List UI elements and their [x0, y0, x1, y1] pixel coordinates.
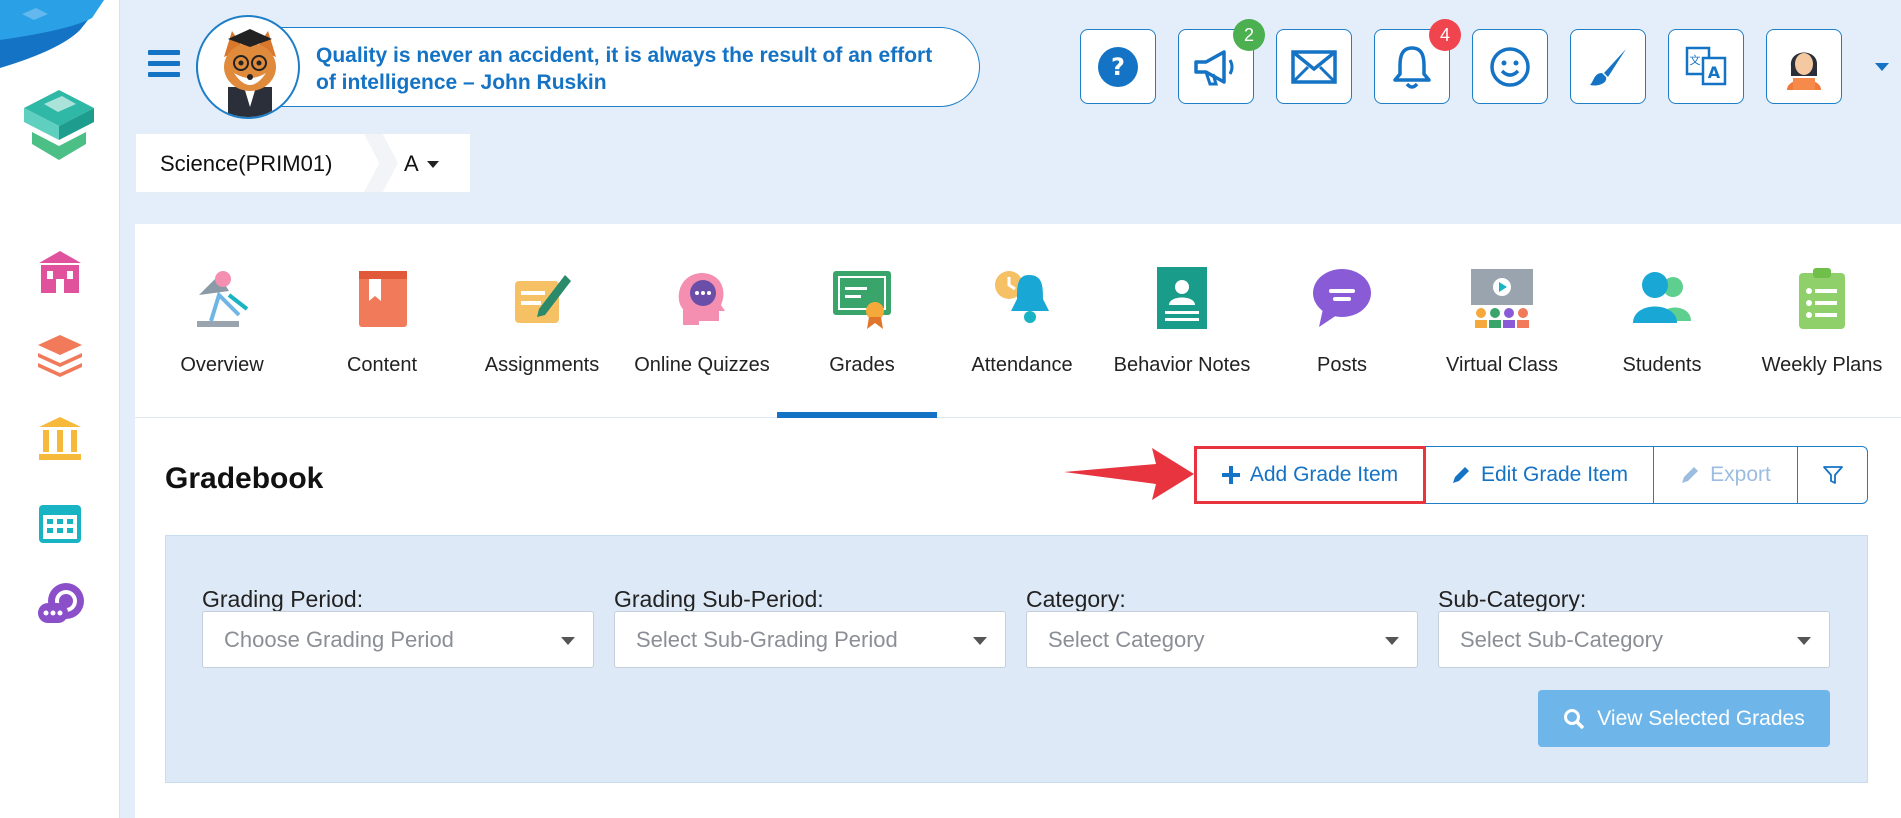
help-button[interactable]: ?	[1080, 29, 1156, 104]
tab-behavior-notes[interactable]: Behavior Notes	[1102, 224, 1262, 418]
sub-period-placeholder: Select Sub-Grading Period	[636, 627, 898, 652]
notifications-badge: 4	[1429, 19, 1461, 51]
course-selector: Science(PRIM01) A	[135, 133, 471, 193]
caret-down-icon	[1797, 637, 1811, 645]
category-label: Category:	[1026, 586, 1126, 612]
grading-period-label: Grading Period:	[202, 586, 364, 612]
view-selected-grades-button[interactable]: View Selected Grades	[1538, 690, 1830, 747]
course-tabs: Overview Content Assignments Online Quiz…	[135, 224, 1901, 418]
notifications-button[interactable]: 4	[1374, 19, 1461, 104]
tab-attendance[interactable]: Attendance	[942, 224, 1102, 418]
tab-overview[interactable]: Overview	[142, 224, 302, 418]
smiley-icon	[1490, 46, 1530, 87]
tab-online-quizzes[interactable]: Online Quizzes	[622, 224, 782, 418]
sub-category-select[interactable]: Select Sub-Category	[1438, 611, 1830, 668]
speech-bubble-icon	[1313, 269, 1371, 327]
help-icon: ?	[1098, 46, 1138, 87]
user-avatar-icon	[1787, 52, 1821, 90]
filter-icon	[1822, 466, 1843, 484]
gradebook-actions: Add Grade Item Edit Grade Item Export	[1194, 446, 1868, 504]
section-dropdown[interactable]: A	[404, 151, 439, 177]
caret-down-icon	[426, 160, 439, 168]
tab-content[interactable]: Content	[302, 224, 462, 418]
svg-text:A: A	[1708, 63, 1721, 82]
institution-icon[interactable]	[30, 408, 90, 468]
category-placeholder: Select Category	[1048, 627, 1205, 652]
fox-mascot-avatar	[196, 15, 300, 119]
language-button[interactable]: A文	[1668, 29, 1744, 104]
page-title: Gradebook	[165, 462, 324, 495]
edit-grade-item-button[interactable]: Edit Grade Item	[1426, 446, 1654, 504]
grading-period-select[interactable]: Choose Grading Period	[202, 611, 594, 668]
presentation-icon	[1471, 269, 1533, 328]
announcements-button[interactable]: 2	[1178, 19, 1265, 104]
export-button[interactable]: Export	[1654, 446, 1798, 504]
edit-grade-item-label: Edit Grade Item	[1480, 463, 1629, 486]
sidebar	[0, 0, 120, 818]
filter-button[interactable]	[1798, 446, 1868, 504]
page-corner-icon	[0, 0, 104, 68]
tab-virtual-class[interactable]: Virtual Class	[1422, 224, 1582, 418]
megaphone-icon	[1194, 49, 1234, 85]
section-value: A	[404, 151, 419, 176]
brush-icon	[1590, 48, 1626, 86]
export-label: Export	[1710, 463, 1771, 486]
pencil-icon	[1682, 467, 1699, 483]
tab-label: Weekly Plans	[1761, 354, 1883, 376]
tab-grades[interactable]: Grades	[782, 224, 942, 418]
caret-down-icon	[1385, 637, 1399, 645]
clipboard-icon	[1799, 268, 1845, 329]
certificate-icon	[833, 271, 891, 329]
pencil-icon	[1452, 467, 1469, 483]
bell-icon	[1393, 45, 1431, 89]
school-logo-icon	[24, 90, 94, 160]
tab-assignments[interactable]: Assignments	[462, 224, 622, 418]
svg-text:文: 文	[1690, 53, 1701, 67]
view-selected-grades-label: View Selected Grades	[1597, 706, 1805, 730]
add-grade-item-button[interactable]: Add Grade Item	[1194, 446, 1426, 504]
sub-period-select[interactable]: Select Sub-Grading Period	[614, 611, 1006, 668]
school-building-icon[interactable]	[30, 242, 90, 302]
tab-weekly-plans[interactable]: Weekly Plans	[1742, 224, 1901, 418]
annotation-arrow	[1064, 448, 1194, 500]
layers-icon[interactable]	[30, 324, 90, 384]
mail-icon	[1291, 49, 1337, 84]
translate-icon: A文	[1685, 46, 1727, 85]
search-icon	[1564, 708, 1585, 729]
messages-button[interactable]	[1276, 29, 1352, 104]
quote-text: Quality is never an accident, it is alwa…	[316, 44, 933, 94]
sub-period-label: Grading Sub-Period:	[614, 586, 824, 612]
active-tab-indicator	[777, 412, 937, 418]
profile-button[interactable]	[1766, 29, 1842, 104]
grading-period-placeholder: Choose Grading Period	[224, 627, 454, 652]
plus-icon	[1221, 466, 1240, 484]
sub-category-label: Sub-Category:	[1438, 586, 1587, 612]
profile-dropdown-caret[interactable]	[1875, 63, 1889, 71]
caret-down-icon	[973, 637, 987, 645]
id-card-icon	[1157, 267, 1207, 329]
head-chat-icon	[678, 273, 725, 325]
caret-down-icon	[561, 637, 575, 645]
book-icon	[359, 271, 407, 327]
sub-category-placeholder: Select Sub-Category	[1460, 627, 1663, 652]
lamp-icon	[197, 271, 249, 327]
alarm-bell-icon	[995, 271, 1049, 323]
course-name[interactable]: Science(PRIM01)	[160, 151, 332, 177]
mood-button[interactable]	[1472, 29, 1548, 104]
tab-posts[interactable]: Posts	[1262, 224, 1422, 418]
calendar-icon[interactable]	[30, 492, 90, 552]
people-icon	[1633, 272, 1691, 323]
pen-paper-icon	[515, 275, 571, 323]
menu-toggle-icon[interactable]	[148, 50, 180, 80]
breadcrumb-separator	[364, 134, 398, 192]
chat-bubbles-icon[interactable]	[30, 574, 90, 634]
category-select[interactable]: Select Category	[1026, 611, 1418, 668]
add-grade-item-label: Add Grade Item	[1249, 463, 1399, 486]
grade-filter-panel: Grading Period: Choose Grading Period Gr…	[165, 535, 1868, 783]
announcements-badge: 2	[1233, 19, 1265, 51]
theme-button[interactable]	[1570, 29, 1646, 104]
svg-text:?: ?	[1111, 53, 1125, 81]
tab-students[interactable]: Students	[1582, 224, 1742, 418]
